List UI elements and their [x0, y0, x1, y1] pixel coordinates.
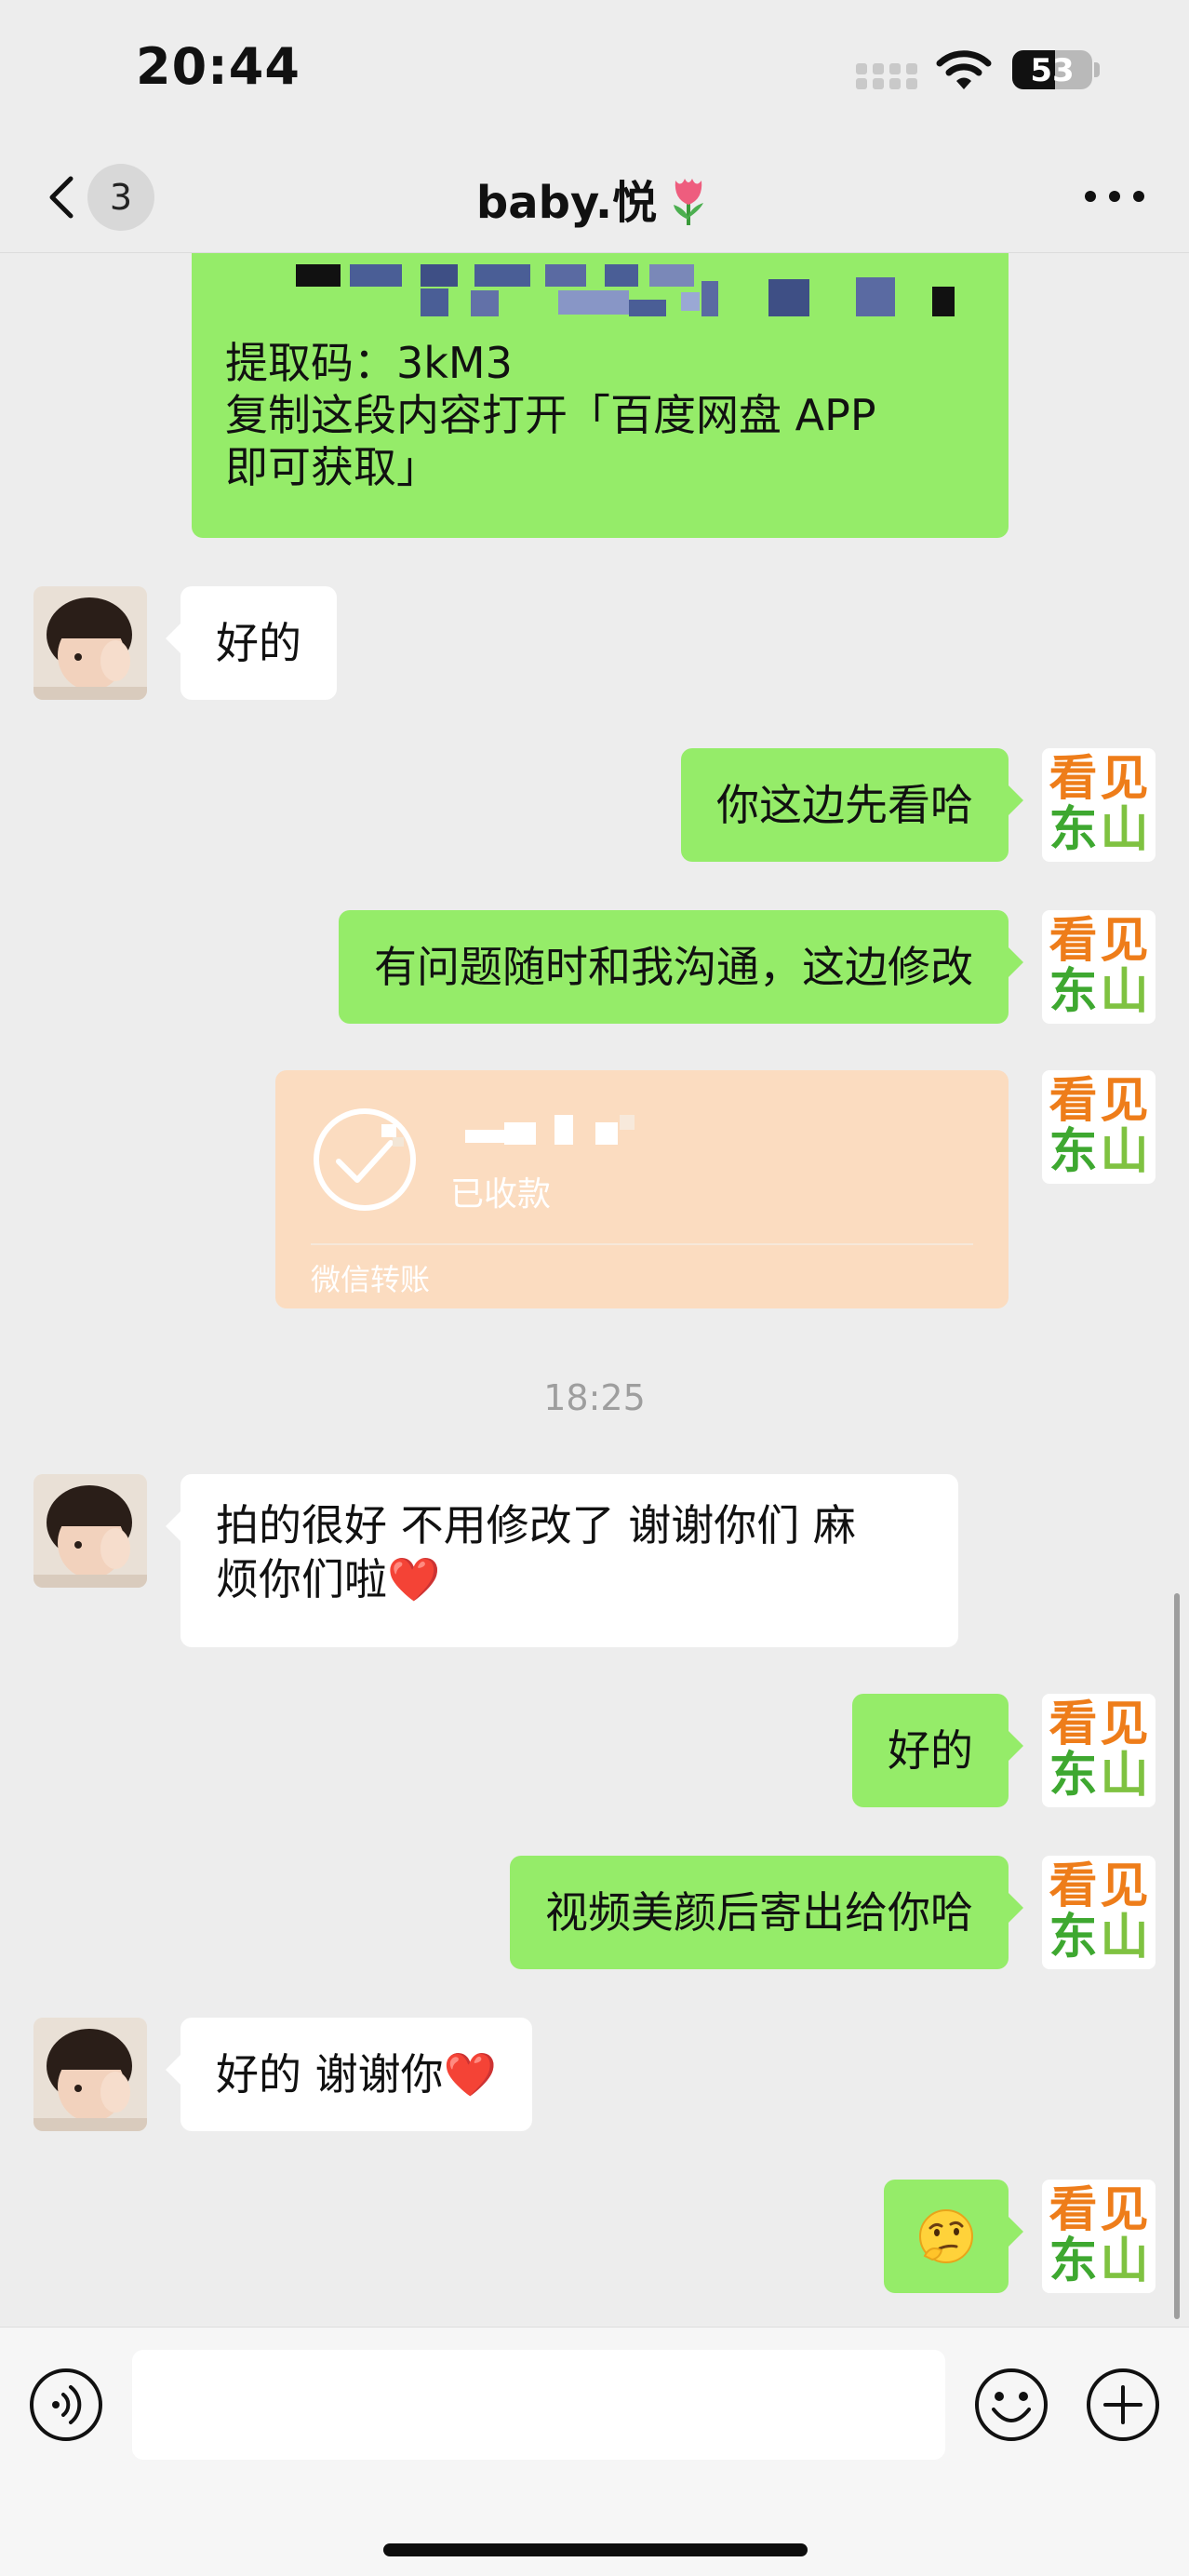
- transfer-status: 已收款: [450, 1175, 552, 1214]
- check-circle-icon: [314, 1108, 416, 1211]
- my-avatar[interactable]: 看 见 东 山: [1042, 2180, 1156, 2293]
- thinking-face-emoji: [919, 2209, 973, 2263]
- input-bar: [0, 2327, 1189, 2576]
- home-indicator[interactable]: [383, 2543, 808, 2556]
- link-line-3: 即可获取」: [225, 442, 439, 492]
- message-input[interactable]: [132, 2350, 945, 2460]
- emoji-button[interactable]: [973, 2367, 1049, 2443]
- more-options-button[interactable]: [1077, 177, 1152, 214]
- brand-logo: 看 见 东 山: [1049, 1858, 1149, 1966]
- wifi-icon: [936, 50, 992, 89]
- message-bubble-sent[interactable]: 视频美颜后寄出给你哈: [510, 1856, 1009, 1969]
- cellular-signal-icon: [856, 63, 921, 91]
- girl-avatar-image: [33, 2018, 147, 2131]
- brand-logo: 看 见 东 山: [1049, 1697, 1149, 1804]
- brand-logo: 看 见 东 山: [1049, 913, 1149, 1020]
- my-avatar[interactable]: 看 见 东 山: [1042, 1856, 1156, 1969]
- brand-logo: 看 见 东 山: [1049, 2182, 1149, 2289]
- chat-header: 3 baby.悦: [0, 140, 1189, 253]
- timestamp-divider: 18:25: [543, 1377, 646, 1418]
- battery-icon: 53: [1012, 50, 1102, 89]
- my-avatar[interactable]: 看 见 东 山: [1042, 1070, 1156, 1184]
- status-bar: 20:44 53: [0, 0, 1189, 140]
- message-bubble-received[interactable]: 拍的很好 不用修改了 谢谢你们 麻 烦你们啦❤️: [180, 1474, 958, 1647]
- message-bubble-sent[interactable]: 你这边先看哈: [681, 748, 1009, 862]
- scrollbar[interactable]: [1174, 1593, 1180, 2319]
- chat-title: baby.悦: [0, 166, 1189, 231]
- message-bubble-received[interactable]: 好的: [180, 586, 337, 700]
- transfer-card[interactable]: 已收款 微信转账: [275, 1070, 1009, 1308]
- girl-avatar-image: [33, 1474, 147, 1588]
- plus-icon: [1087, 2368, 1159, 2441]
- message-bubble-received[interactable]: 好的 谢谢你❤️: [180, 2018, 532, 2131]
- message-bubble-sent[interactable]: 好的: [852, 1694, 1009, 1807]
- my-avatar[interactable]: 看 见 东 山: [1042, 1694, 1156, 1807]
- status-time: 20:44: [136, 37, 301, 96]
- link-line-2: 复制这段内容打开「百度网盘 APP: [225, 390, 876, 440]
- voice-icon: [30, 2368, 102, 2441]
- wechat-chat-screen: 20:44 53 3 baby.悦 提取码：3kM3 复制这段内容打开「百度网盘…: [0, 0, 1189, 2576]
- brand-logo: 看 见 东 山: [1049, 1073, 1149, 1180]
- my-avatar[interactable]: 看 见 东 山: [1042, 910, 1156, 1024]
- message-line-2: 烦你们啦❤️: [216, 1554, 441, 1604]
- my-avatar[interactable]: 看 见 东 山: [1042, 748, 1156, 862]
- transfer-type-label: 微信转账: [311, 1262, 431, 1297]
- brand-logo: 看 见 东 山: [1049, 751, 1149, 858]
- more-functions-button[interactable]: [1085, 2367, 1161, 2443]
- message-bubble-sent[interactable]: [884, 2180, 1009, 2293]
- divider: [311, 1243, 973, 1245]
- girl-avatar-image: [33, 586, 147, 700]
- chat-title-text: baby.悦: [475, 177, 658, 229]
- message-line-1: 拍的很好 不用修改了 谢谢你们 麻: [216, 1500, 856, 1550]
- tulip-icon: [674, 179, 704, 225]
- link-message-text: 提取码：3kM3 复制这段内容打开「百度网盘 APP 即可获取」: [225, 337, 988, 493]
- contact-avatar[interactable]: [33, 1474, 147, 1588]
- voice-button[interactable]: [28, 2367, 104, 2443]
- contact-avatar[interactable]: [33, 586, 147, 700]
- message-bubble-sent[interactable]: 有问题随时和我沟通，这边修改: [339, 910, 1009, 1024]
- battery-level: 53: [1030, 52, 1075, 89]
- contact-avatar[interactable]: [33, 2018, 147, 2131]
- message-list[interactable]: 提取码：3kM3 复制这段内容打开「百度网盘 APP 即可获取」 好的 你这边先…: [0, 253, 1189, 2327]
- link-line-1: 提取码：3kM3: [225, 338, 513, 388]
- smiley-icon: [975, 2368, 1048, 2441]
